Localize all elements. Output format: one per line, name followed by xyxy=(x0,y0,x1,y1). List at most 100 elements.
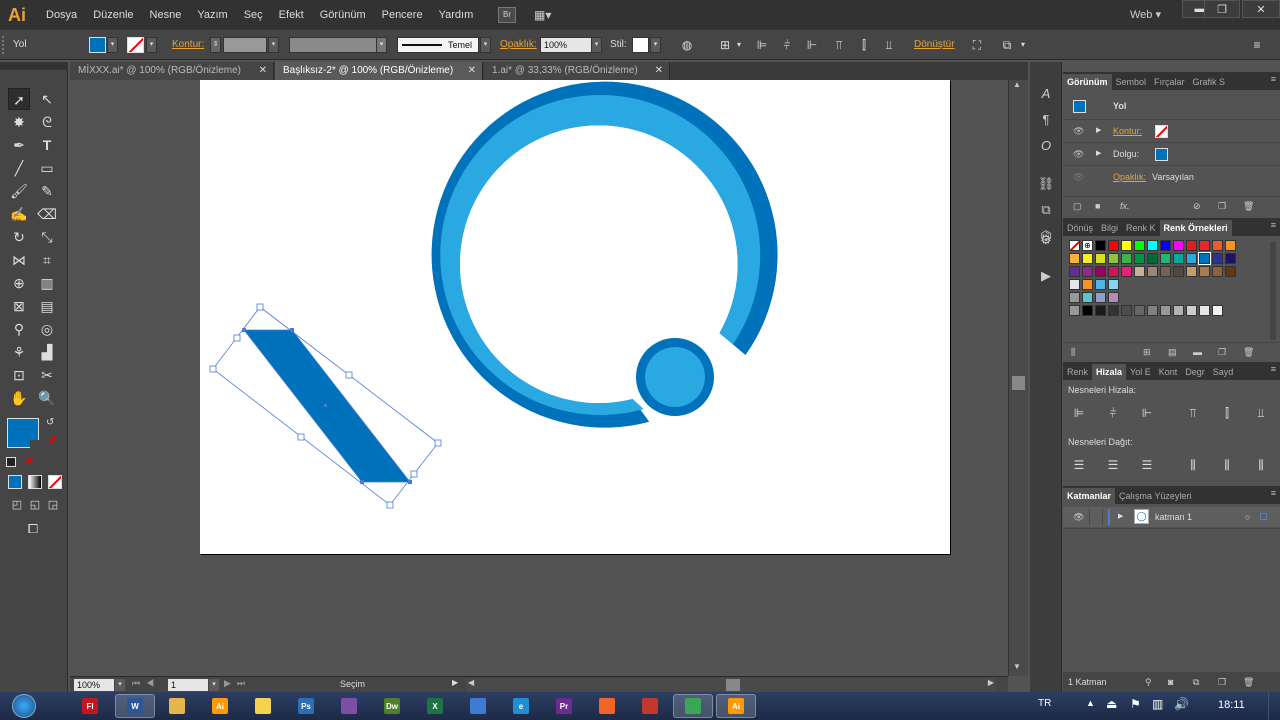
color-swatch[interactable] xyxy=(1069,292,1080,303)
h-scroll-thumb[interactable] xyxy=(726,679,740,691)
document-app-button[interactable] xyxy=(458,694,498,718)
color-swatch[interactable] xyxy=(1212,240,1223,251)
show-swatch-kinds-icon[interactable]: ⊞ xyxy=(1143,341,1151,363)
artboard-dropdown-icon[interactable]: ▾ xyxy=(209,679,219,691)
color-swatch[interactable] xyxy=(1108,266,1119,277)
color-swatch[interactable] xyxy=(1095,240,1106,251)
vs-app-button[interactable] xyxy=(329,694,369,718)
color-swatch[interactable] xyxy=(1212,266,1223,277)
tab-graphic-styles[interactable]: Grafik S xyxy=(1189,74,1230,90)
scroll-right-icon[interactable]: ▶ xyxy=(988,678,994,687)
color-swatch[interactable] xyxy=(1186,266,1197,277)
align-top-edge-icon[interactable]: ⫪ xyxy=(1185,405,1201,421)
scroll-thumb[interactable] xyxy=(1012,376,1025,390)
distribute-bottom-icon[interactable]: ☰ xyxy=(1139,457,1155,473)
cert-app-button[interactable] xyxy=(630,694,670,718)
panel-menu-icon[interactable]: ≡ xyxy=(1271,364,1276,374)
delete-item-icon[interactable]: 🗑 xyxy=(1243,195,1254,217)
color-swatch[interactable] xyxy=(1173,305,1184,316)
photoshop-app-button[interactable]: Ps xyxy=(286,694,326,718)
color-swatch[interactable] xyxy=(1212,305,1223,316)
target-icon[interactable]: ○ xyxy=(1245,507,1250,527)
artboard-number-field[interactable]: 1 xyxy=(168,679,208,691)
color-swatch[interactable] xyxy=(1199,305,1210,316)
appearance-opacity-label[interactable]: Opaklık: xyxy=(1113,166,1146,188)
new-fill-icon[interactable]: ■ xyxy=(1095,195,1100,217)
color-swatch[interactable] xyxy=(1186,253,1197,264)
asset-export-panel-icon[interactable]: ⧉ xyxy=(1036,200,1056,220)
swatch-options-icon[interactable]: ▤ xyxy=(1168,341,1177,363)
duplicate-item-icon[interactable]: ❐ xyxy=(1218,195,1226,217)
layer-name[interactable]: katman 1 xyxy=(1155,507,1192,527)
tab-align[interactable]: Hizala xyxy=(1092,364,1127,380)
distribute-left-icon[interactable]: ⫼ xyxy=(1185,457,1201,473)
tab-transparency[interactable]: Sayd xyxy=(1209,364,1238,380)
tray-volume-icon[interactable]: 🔊 xyxy=(1174,697,1189,711)
artboard-nav-next-icons[interactable]: ▶⏭ xyxy=(224,678,251,689)
color-swatch[interactable] xyxy=(1095,253,1106,264)
eye-icon[interactable]: 👁 xyxy=(1073,143,1084,165)
expand-arrow-icon[interactable]: ▶ xyxy=(1096,120,1101,142)
align-horizontal-center-icon[interactable]: ⫩ xyxy=(1105,405,1121,421)
delete-swatch-icon[interactable]: 🗑 xyxy=(1243,341,1254,363)
outer-ring-shape[interactable] xyxy=(431,81,778,428)
appearance-stroke-label[interactable]: Kontur: xyxy=(1113,120,1142,142)
color-swatch[interactable] xyxy=(1173,240,1184,251)
color-swatch[interactable] xyxy=(1082,305,1093,316)
zoom-field[interactable]: 100% xyxy=(74,679,114,691)
tab-color-guide[interactable]: Renk K xyxy=(1122,220,1160,236)
actions-panel-icon[interactable]: ▶ xyxy=(1036,266,1056,286)
new-sublayer-icon[interactable]: ⧉ xyxy=(1193,672,1199,692)
settings-panel-icon[interactable]: ⚙ xyxy=(1036,230,1056,250)
align-bottom-edge-icon[interactable]: ⫫ xyxy=(1253,405,1269,421)
clock[interactable]: 18:11 xyxy=(1218,699,1245,711)
scroll-left-icon[interactable]: ◀ xyxy=(468,678,474,687)
zoom-dropdown-icon[interactable]: ▾ xyxy=(115,679,125,691)
distribute-top-icon[interactable]: ☰ xyxy=(1071,457,1087,473)
eye-icon[interactable]: 👁 xyxy=(1073,507,1084,527)
color-swatch[interactable] xyxy=(1108,240,1119,251)
selection-indicator[interactable] xyxy=(1260,513,1267,520)
stroke-none-thumb[interactable] xyxy=(1155,125,1168,138)
tray-flag-icon[interactable]: ⚑ xyxy=(1130,697,1141,711)
eye-icon[interactable]: 👁 xyxy=(1073,120,1084,142)
align-vertical-center-icon[interactable]: ⫿ xyxy=(1219,405,1235,421)
tab-symbols[interactable]: Sembol xyxy=(1112,74,1151,90)
distribute-vcenter-icon[interactable]: ☰ xyxy=(1105,457,1121,473)
show-desktop-button[interactable] xyxy=(1268,692,1280,720)
dot-inner-shape[interactable] xyxy=(645,347,705,407)
tab-pathfinder[interactable]: Yol E xyxy=(1126,364,1155,380)
color-swatch[interactable] xyxy=(1069,253,1080,264)
illustrator-app-button[interactable]: Ai xyxy=(200,694,240,718)
tab-artboards[interactable]: Çalışma Yüzeyleri xyxy=(1115,488,1195,504)
color-swatch[interactable] xyxy=(1082,279,1093,290)
expand-arrow-icon[interactable]: ▶ xyxy=(1118,507,1123,527)
color-swatch[interactable] xyxy=(1069,266,1080,277)
tab-color[interactable]: Renk xyxy=(1063,364,1092,380)
avast-app-button[interactable] xyxy=(587,694,627,718)
panel-menu-icon[interactable]: ≡ xyxy=(1271,488,1276,498)
color-swatch[interactable] xyxy=(1121,253,1132,264)
delete-layer-icon[interactable]: 🗑 xyxy=(1243,672,1254,692)
color-swatch[interactable] xyxy=(1147,305,1158,316)
color-swatch[interactable] xyxy=(1147,253,1158,264)
color-swatch[interactable] xyxy=(1225,253,1236,264)
color-swatch[interactable] xyxy=(1108,253,1119,264)
tab-appearance[interactable]: Görünüm xyxy=(1063,74,1112,90)
color-swatch[interactable] xyxy=(1134,266,1145,277)
color-swatch[interactable] xyxy=(1095,266,1106,277)
align-right-edge-icon[interactable]: ⊩ xyxy=(1139,405,1155,421)
color-swatch[interactable] xyxy=(1121,305,1132,316)
new-layer-icon[interactable]: ❐ xyxy=(1218,672,1226,692)
color-swatch[interactable] xyxy=(1082,292,1093,303)
color-swatch[interactable] xyxy=(1225,266,1236,277)
color-swatch[interactable] xyxy=(1199,240,1210,251)
excel-app-button[interactable]: X xyxy=(415,694,455,718)
illustrator-running-button[interactable]: Ai xyxy=(716,694,756,718)
links-panel-icon[interactable]: ⛓ xyxy=(1036,174,1056,194)
color-swatch[interactable] xyxy=(1186,305,1197,316)
color-swatch[interactable] xyxy=(1134,240,1145,251)
fx-icon[interactable]: fx. xyxy=(1120,195,1130,217)
color-swatch[interactable] xyxy=(1147,266,1158,277)
color-swatch[interactable] xyxy=(1108,305,1119,316)
